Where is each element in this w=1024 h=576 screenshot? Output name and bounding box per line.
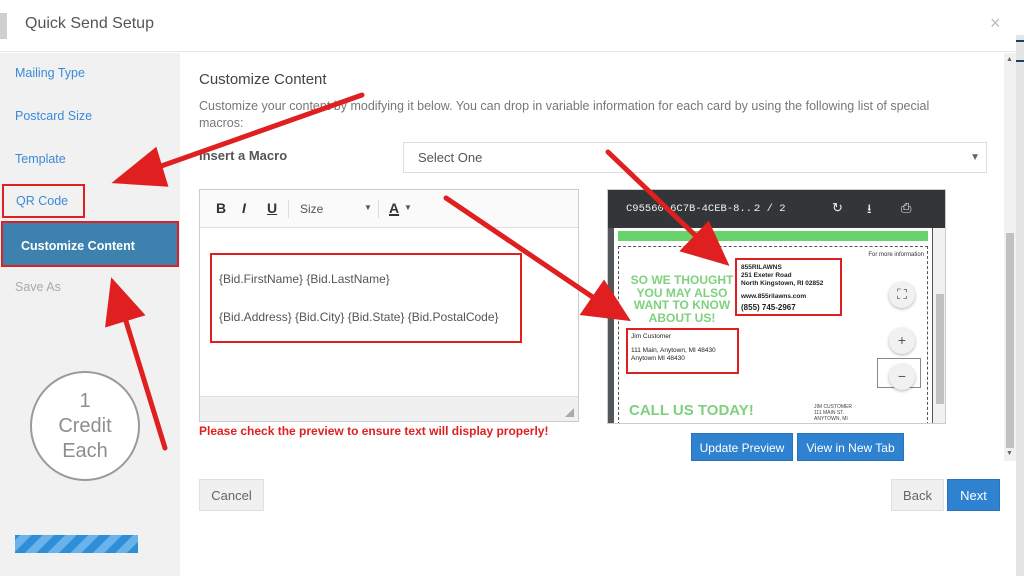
modal-header: Quick Send Setup × xyxy=(0,0,1024,52)
credit-count: 1 xyxy=(79,389,91,412)
background-dash xyxy=(1016,40,1024,42)
credit-badge: 1 Credit Each xyxy=(30,371,140,481)
postcard-green-band xyxy=(618,231,928,241)
toolbar-divider xyxy=(378,200,379,218)
sidebar-item-template[interactable]: Template xyxy=(0,139,180,179)
pdf-toolbar: C95560-6C7B-4CEB-8... 2 / 2 ↻ ⭳ ⎙ xyxy=(608,190,945,228)
sidebar-item-mailing-type[interactable]: Mailing Type xyxy=(0,53,180,93)
chevron-down-icon: ▼ xyxy=(970,152,980,163)
section-description: Customize your content by modifying it b… xyxy=(199,99,930,130)
address-macro-line: {Bid.Address} {Bid.City} {Bid.State} {Bi… xyxy=(219,310,499,324)
sender-company: 855RILAWNS xyxy=(741,264,782,271)
italic-button[interactable]: I xyxy=(242,200,246,216)
scroll-down-icon[interactable]: ▼ xyxy=(1006,450,1013,457)
credit-label-each: Each xyxy=(62,439,108,462)
postcard-call-to-action: CALL US TODAY! xyxy=(629,402,754,419)
name-macro-line: {Bid.FirstName} {Bid.LastName} xyxy=(219,272,390,286)
sender-web: www.855rilawns.com xyxy=(741,293,807,300)
pdf-scrollbar-thumb[interactable] xyxy=(936,294,944,404)
pdf-file-name: C95560-6C7B-4CEB-8... xyxy=(626,203,759,215)
editor-toolbar: B I U Size ▼ A ▼ xyxy=(200,190,578,228)
macro-select[interactable]: Select One ▼ xyxy=(403,142,987,173)
sender-city: North Kingstown, RI 02852 xyxy=(741,280,824,287)
zoom-in-icon[interactable]: + xyxy=(889,328,915,354)
pdf-page-count: 2 / 2 xyxy=(754,203,786,215)
toolbar-divider xyxy=(288,200,289,218)
macro-select-value: Select One xyxy=(418,150,483,165)
postcard-address-block: JIM CUSTOMER 111 MAIN ST. ANYTOWN, MI xyxy=(814,404,852,422)
background-page-strip xyxy=(1016,35,1024,576)
chevron-down-icon: ▼ xyxy=(364,203,372,212)
recipient-city: Anytown MI 48430 xyxy=(631,355,685,362)
font-color-button[interactable]: A xyxy=(389,200,399,216)
credit-label: Credit xyxy=(58,414,112,437)
editor-content[interactable]: {Bid.FirstName} {Bid.LastName} {Bid.Addr… xyxy=(210,253,522,343)
postcard-teaser: SO WE THOUGHT YOU MAY ALSO WANT TO KNOW … xyxy=(630,273,734,325)
resize-grip-icon[interactable] xyxy=(565,408,574,417)
wizard-progress-bar xyxy=(15,535,138,553)
close-button[interactable]: × xyxy=(990,13,1001,34)
download-icon[interactable]: ⭳ xyxy=(867,200,872,222)
background-dash xyxy=(1016,60,1024,62)
recipient-street: 111 Main, Anytown, MI 48430 xyxy=(631,347,716,354)
postcard-recipient-block: Jim Customer 111 Main, Anytown, MI 48430… xyxy=(626,328,739,374)
zoom-out-icon[interactable]: − xyxy=(889,364,915,390)
chevron-down-icon: ▼ xyxy=(404,203,412,212)
scroll-up-icon[interactable]: ▲ xyxy=(1006,56,1013,63)
modal-title: Quick Send Setup xyxy=(25,15,154,32)
main-panel: Customize Content Customize your content… xyxy=(180,53,1016,576)
sidebar-item-postcard-size[interactable]: Postcard Size xyxy=(0,96,180,136)
underline-button[interactable]: U xyxy=(267,200,277,216)
fit-page-icon[interactable]: ⛶ xyxy=(889,282,915,308)
preview-warning: Please check the preview to ensure text … xyxy=(199,424,549,438)
macro-label: Insert a Macro xyxy=(199,148,288,163)
recipient-name: Jim Customer xyxy=(631,333,672,340)
postcard-page: For more information SO WE THOUGHT YOU M… xyxy=(614,228,932,423)
section-title: Customize Content xyxy=(199,71,327,88)
modal-scrollbar[interactable]: ▲ ▼ xyxy=(1004,53,1016,461)
sidebar-item-qr-code[interactable]: QR Code xyxy=(2,184,85,218)
address-line: ANYTOWN, MI xyxy=(814,416,848,422)
modal-scrollbar-thumb[interactable] xyxy=(1006,233,1014,448)
postcard-sender-block: 855RILAWNS 251 Exeter Road North Kingsto… xyxy=(735,258,842,316)
print-icon[interactable]: ⎙ xyxy=(901,200,911,216)
postcard-more-info: For more information xyxy=(868,252,924,258)
pdf-preview: C95560-6C7B-4CEB-8... 2 / 2 ↻ ⭳ ⎙ For mo… xyxy=(607,189,946,424)
sender-phone: (855) 745-2967 xyxy=(741,303,796,312)
sidebar-item-save-as: Save As xyxy=(15,280,61,294)
rich-text-editor: B I U Size ▼ A ▼ {Bid.FirstName} {Bid.La… xyxy=(199,189,579,422)
next-button[interactable]: Next xyxy=(947,479,1000,511)
bold-button[interactable]: B xyxy=(216,200,226,216)
rotate-icon[interactable]: ↻ xyxy=(832,200,843,216)
view-new-tab-button[interactable]: View in New Tab xyxy=(797,433,904,461)
wizard-sidebar: Mailing Type Postcard Size Template QR C… xyxy=(0,53,180,576)
editor-status-bar xyxy=(200,396,578,421)
back-button[interactable]: Back xyxy=(891,479,944,511)
update-preview-button[interactable]: Update Preview xyxy=(691,433,793,461)
font-size-select[interactable]: Size xyxy=(300,202,323,216)
header-accent-bar xyxy=(0,13,7,39)
cancel-button[interactable]: Cancel xyxy=(199,479,264,511)
sidebar-item-customize-content[interactable]: Customize Content xyxy=(1,221,179,267)
sender-street: 251 Exeter Road xyxy=(741,272,792,279)
pdf-scrollbar[interactable] xyxy=(933,228,945,423)
